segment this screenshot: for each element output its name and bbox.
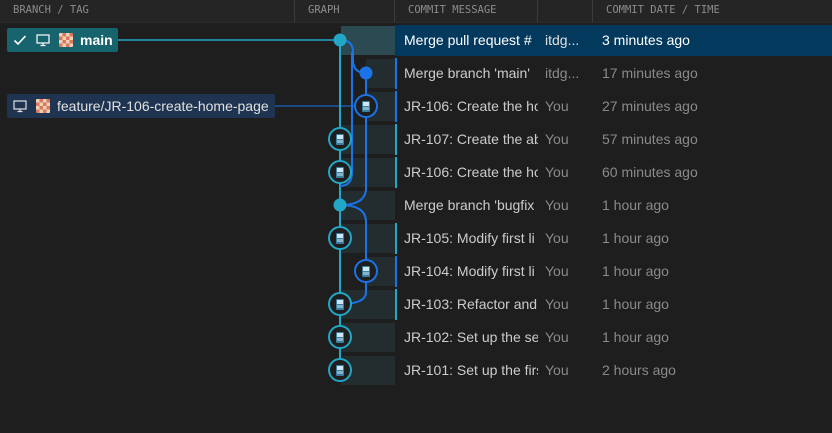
commit-date: 1 hour ago: [602, 296, 669, 312]
commit-author: You: [545, 362, 569, 378]
commit-date: 27 minutes ago: [602, 98, 698, 114]
monitor-icon: [13, 100, 27, 113]
commit-node[interactable]: [328, 226, 352, 250]
commit-date: 57 minutes ago: [602, 131, 698, 147]
commit-date: 1 hour ago: [602, 329, 669, 345]
commit-message: Merge pull request #: [395, 25, 538, 56]
commit-author: You: [545, 197, 569, 213]
commit-author: You: [545, 164, 569, 180]
branch-label-main[interactable]: main: [7, 28, 118, 52]
commit-date: 3 minutes ago: [593, 25, 832, 56]
commit-node[interactable]: [328, 358, 352, 382]
commit-date: 1 hour ago: [602, 263, 669, 279]
commit-node[interactable]: [354, 259, 378, 283]
commit-message: Merge branch 'main': [395, 58, 538, 89]
commit-node[interactable]: [328, 292, 352, 316]
commit-message: Merge branch 'bugfix: [404, 197, 535, 213]
branch-name: main: [80, 32, 113, 48]
merge-node[interactable]: [333, 33, 347, 47]
commit-message: JR-104: Modify first li: [395, 256, 538, 287]
commit-date: 1 hour ago: [602, 197, 669, 213]
branch-name: feature/JR-106-create-home-page: [57, 98, 269, 114]
merge-node[interactable]: [333, 198, 347, 212]
commit-node[interactable]: [328, 127, 352, 151]
commit-node[interactable]: [328, 325, 352, 349]
header-commit-date[interactable]: COMMIT DATE / TIME: [593, 0, 832, 22]
commit-message: JR-105: Modify first li: [395, 223, 538, 254]
merge-node[interactable]: [359, 66, 373, 80]
branch-label-feature[interactable]: feature/JR-106-create-home-page: [7, 94, 275, 118]
commit-message: JR-101: Set up the firs: [404, 362, 538, 378]
commit-node[interactable]: [354, 94, 378, 118]
commit-node[interactable]: [328, 160, 352, 184]
commit-author: itdg...: [545, 65, 580, 81]
commit-message: JR-106: Create the ho: [395, 91, 538, 122]
commit-author: You: [545, 230, 569, 246]
commit-author: You: [545, 263, 569, 279]
check-icon: [13, 35, 27, 46]
commit-message: JR-106: Create the ho: [395, 157, 538, 188]
commit-author: You: [545, 131, 569, 147]
monitor-icon: [36, 34, 50, 47]
commit-date: 60 minutes ago: [602, 164, 698, 180]
commit-author: itdg...: [538, 25, 593, 56]
commit-date: 2 hours ago: [602, 362, 676, 378]
commit-author: You: [545, 98, 569, 114]
commit-date: 17 minutes ago: [602, 65, 698, 81]
commit-date: 1 hour ago: [602, 230, 669, 246]
commit-message: JR-107: Create the ab: [395, 124, 538, 155]
commit-message: JR-102: Set up the se: [404, 329, 538, 345]
commit-author: You: [545, 296, 569, 312]
commit-graph: [118, 33, 378, 382]
header-author[interactable]: [538, 0, 593, 22]
commit-message: JR-103: Refactor and: [395, 289, 538, 320]
avatar: [59, 33, 73, 47]
header-commit-message[interactable]: COMMIT MESSAGE: [395, 0, 538, 22]
commit-author: You: [545, 329, 569, 345]
avatar: [36, 99, 50, 113]
